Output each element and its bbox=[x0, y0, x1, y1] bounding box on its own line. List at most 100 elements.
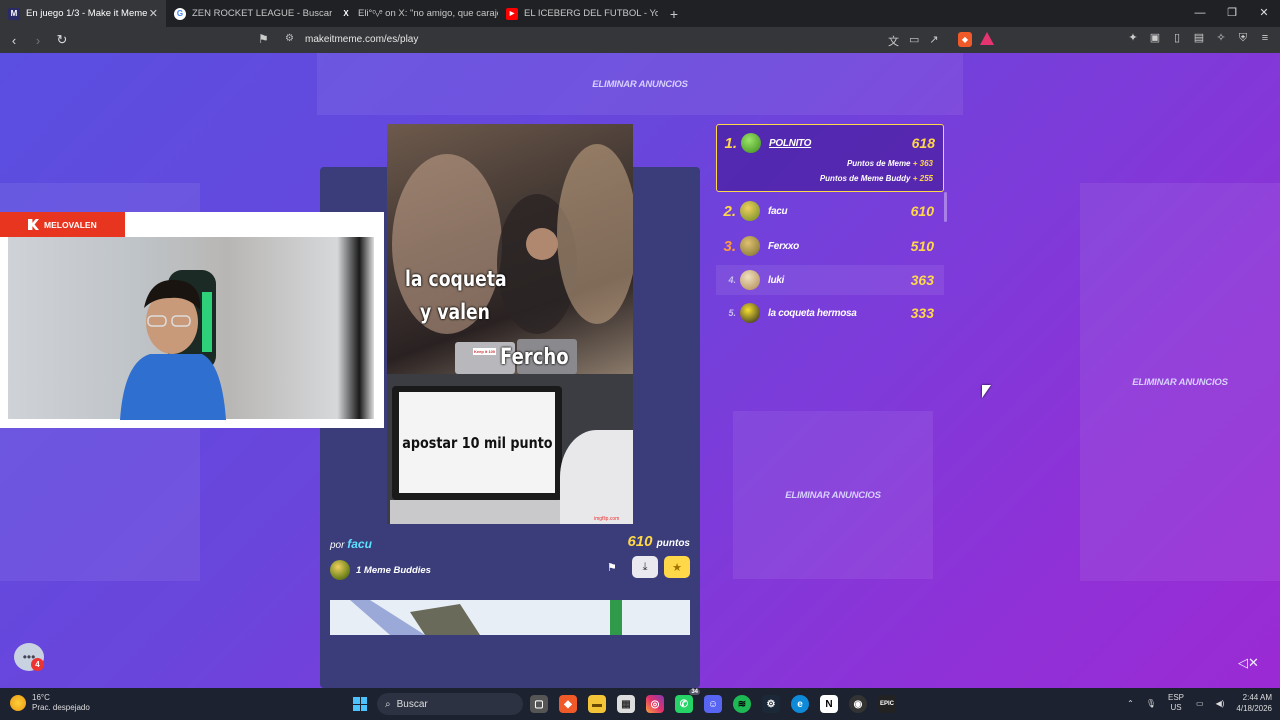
buddy-points-line: Puntos de Meme Buddy + 255 bbox=[820, 174, 933, 183]
whatsapp-icon[interactable]: ✆ 34 bbox=[675, 689, 700, 713]
rank-number: 5. bbox=[728, 308, 736, 318]
menu-icon[interactable]: ≡ bbox=[1258, 31, 1272, 45]
streamer-name: MELOVALEN bbox=[44, 219, 97, 230]
site-info-icon[interactable]: ⚙ bbox=[285, 33, 294, 44]
laptop-sticker: Keep it 100 bbox=[473, 348, 497, 355]
leaderboard-row[interactable]: 5. la coqueta hermosa 333 bbox=[716, 298, 944, 328]
volume-icon[interactable]: ◀) bbox=[1216, 699, 1225, 708]
browser-tab-bar: M En juego 1/3 - Make it Meme ✕ G ZEN RO… bbox=[0, 0, 1280, 27]
edge-icon[interactable]: e bbox=[791, 695, 809, 713]
back-icon[interactable]: ‹ bbox=[4, 33, 24, 48]
cast-icon[interactable]: ▭ bbox=[909, 33, 919, 49]
network-icon[interactable]: ▭ bbox=[1196, 699, 1204, 708]
next-meme-preview bbox=[330, 600, 690, 635]
download-icon: ⤓ bbox=[642, 560, 648, 573]
meme-text-bottom: apostar 10 mil punto bbox=[401, 433, 553, 452]
meme-points-value: + 363 bbox=[912, 159, 933, 168]
restore-icon[interactable]: ❐ bbox=[1216, 0, 1248, 27]
ad-banner-top[interactable]: ELIMINAR ANUNCIOS bbox=[317, 53, 963, 115]
remove-ads-link[interactable]: ELIMINAR ANUNCIOS bbox=[1132, 377, 1228, 388]
meme-points-label: Puntos de Meme bbox=[846, 159, 911, 168]
leaderboard-first-place[interactable]: 1. POLNITO 618 Puntos de Meme + 363 Punt… bbox=[716, 124, 944, 192]
start-button[interactable] bbox=[353, 697, 367, 711]
microphone-icon[interactable]: 🎙 bbox=[1146, 699, 1156, 708]
address-bar[interactable]: makeitmeme.com/es/play bbox=[305, 34, 418, 45]
forward-icon[interactable]: › bbox=[28, 33, 48, 48]
player-points: 610 bbox=[910, 203, 934, 219]
epic-games-icon[interactable]: EPIC bbox=[878, 695, 896, 713]
steam-icon[interactable]: ⚙ bbox=[762, 695, 780, 713]
player-avatar bbox=[740, 236, 760, 256]
discord-icon[interactable]: ☺ bbox=[704, 695, 722, 713]
search-label: Buscar bbox=[396, 698, 428, 710]
tray-chevron-icon[interactable]: ⌃ bbox=[1127, 699, 1134, 708]
weather-temp: 16°C bbox=[32, 693, 50, 702]
notion-icon[interactable]: N bbox=[820, 695, 838, 713]
bookmark-icon[interactable]: ⚑ bbox=[258, 32, 269, 46]
window-controls: — ❐ ✕ bbox=[1184, 0, 1280, 27]
close-tab-icon[interactable]: ✕ bbox=[149, 7, 158, 20]
meme-text-line-1: la coqueta bbox=[405, 267, 507, 291]
obs-icon[interactable]: ◉ bbox=[849, 695, 867, 713]
tab-google-search[interactable]: G ZEN ROCKET LEAGUE - Buscar con G bbox=[166, 0, 332, 27]
tab-make-it-meme[interactable]: M En juego 1/3 - Make it Meme ✕ bbox=[0, 0, 166, 27]
store-icon[interactable]: ▦ bbox=[617, 695, 635, 713]
leaderboard-row[interactable]: 4. luki 363 bbox=[716, 265, 944, 295]
leaderboard-row[interactable]: 3. Ferxxo 510 bbox=[716, 231, 944, 261]
vpn-icon[interactable]: ⛨ bbox=[1236, 31, 1250, 45]
meme-score: 610 puntos bbox=[627, 533, 690, 550]
tab-label: En juego 1/3 - Make it Meme bbox=[26, 8, 148, 19]
table-surface bbox=[560, 430, 633, 524]
brave-icon[interactable]: ◆ bbox=[559, 695, 577, 713]
ad-right[interactable]: ELIMINAR ANUNCIOS bbox=[1080, 183, 1280, 581]
extensions-icon[interactable]: ✦ bbox=[1126, 31, 1140, 45]
remove-ads-link[interactable]: ELIMINAR ANUNCIOS bbox=[785, 490, 881, 501]
file-explorer-icon[interactable]: ▬ bbox=[588, 695, 606, 713]
spotify-icon[interactable]: ≋ bbox=[733, 695, 751, 713]
leo-ai-icon[interactable]: ✧ bbox=[1214, 31, 1228, 45]
tab-groups-icon[interactable]: ▣ bbox=[1148, 31, 1162, 45]
language-indicator[interactable]: ESP US bbox=[1168, 693, 1184, 713]
mute-icon[interactable]: ◁✕ bbox=[1238, 655, 1259, 671]
instagram-icon[interactable]: ◎ bbox=[646, 695, 664, 713]
remove-ads-link[interactable]: ELIMINAR ANUNCIOS bbox=[592, 79, 688, 90]
player-avatar bbox=[740, 270, 760, 290]
region-code: US bbox=[1170, 703, 1182, 712]
brave-shields-icon[interactable]: ◆ bbox=[958, 32, 972, 47]
minimize-icon[interactable]: — bbox=[1184, 0, 1216, 27]
download-button[interactable]: ⤓ bbox=[632, 556, 658, 578]
meme-text-line-2: y valen bbox=[420, 300, 490, 324]
wallet-icon[interactable]: ▤ bbox=[1192, 31, 1206, 45]
tab-youtube[interactable]: ▶ EL ICEBERG DEL FUTBOL - YouTube bbox=[498, 0, 658, 27]
youtube-favicon-icon: ▶ bbox=[506, 7, 518, 20]
player-points: 510 bbox=[910, 238, 934, 254]
toolbar-right-icons: ✦ ▣ ▯ ▤ ✧ ⛨ ≡ bbox=[1126, 31, 1272, 45]
player-name[interactable]: POLNITO bbox=[769, 138, 811, 149]
leaderboard-row[interactable]: 2. facu 610 bbox=[716, 196, 944, 226]
address-bar-actions: 文 ▭ ↗ bbox=[888, 33, 939, 49]
clock[interactable]: 2:44 AM 4/18/2026 bbox=[1236, 692, 1272, 714]
task-view-icon[interactable]: ▢ bbox=[530, 695, 548, 713]
brave-rewards-icon[interactable] bbox=[980, 32, 994, 45]
weather-widget[interactable]: 16°C Prac. despejado bbox=[10, 693, 90, 713]
makeitmeme-favicon-icon: M bbox=[8, 7, 20, 20]
share-icon[interactable]: ↗ bbox=[929, 33, 938, 49]
clock-time: 2:44 AM bbox=[1242, 693, 1272, 702]
sidebar-icon[interactable]: ▯ bbox=[1170, 31, 1184, 45]
x-favicon-icon: X bbox=[343, 9, 349, 18]
tab-x-post[interactable]: X Eli°​ᵒᵥᵉ on X: "no amigo, que carajos bbox=[332, 0, 498, 27]
buddy-button[interactable]: ★ bbox=[664, 556, 690, 578]
player-name: Ferxxo bbox=[768, 240, 799, 252]
meme-author[interactable]: facu bbox=[347, 537, 372, 551]
ad-middle[interactable]: ELIMINAR ANUNCIOS bbox=[733, 411, 933, 579]
by-prefix: por bbox=[330, 540, 345, 551]
leaderboard-scrollbar[interactable] bbox=[944, 192, 947, 222]
player-name: la coqueta hermosa bbox=[768, 307, 857, 319]
leaderboard: 1. POLNITO 618 Puntos de Meme + 363 Punt… bbox=[716, 124, 946, 338]
report-flag-icon[interactable]: ⚑ bbox=[607, 561, 617, 574]
taskbar-search[interactable]: ⌕ Buscar bbox=[377, 693, 523, 715]
new-tab-button[interactable]: + bbox=[662, 6, 686, 22]
close-window-icon[interactable]: ✕ bbox=[1248, 0, 1280, 27]
reload-icon[interactable]: ↻ bbox=[52, 32, 72, 48]
translate-icon[interactable]: 文 bbox=[888, 33, 899, 49]
